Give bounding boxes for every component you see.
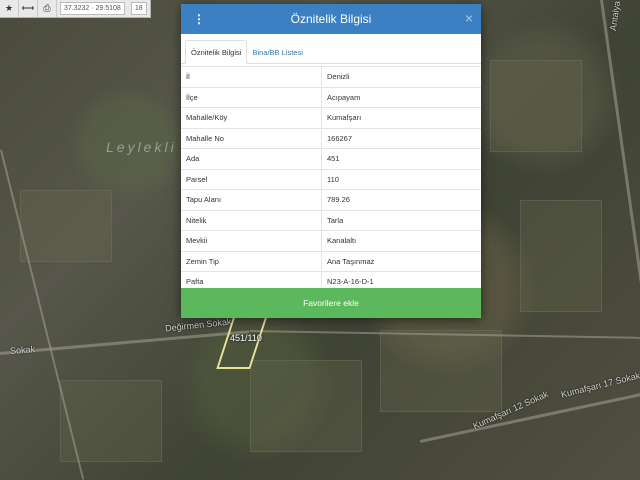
star-icon[interactable]: ★ xyxy=(0,0,19,17)
field xyxy=(520,200,602,312)
row-value: Kanalaltı xyxy=(321,230,481,251)
table-row: İlçe Acıpayam xyxy=(181,86,481,108)
menu-icon[interactable]: ⋮ xyxy=(193,12,205,26)
row-key: Ada xyxy=(181,148,322,169)
row-key: Mahalle/Köy xyxy=(181,107,322,128)
row-value: 451 xyxy=(321,148,481,169)
attribute-info-dialog: ⋮ Öznitelik Bilgisi × Öznitelik Bilgisi … xyxy=(181,4,481,318)
table-row: Mevkii Kanalaltı xyxy=(181,230,481,251)
tab-attribute-info[interactable]: Öznitelik Bilgisi xyxy=(185,40,248,64)
table-row: İl Denizli xyxy=(181,66,481,87)
row-key: Zemin Tip xyxy=(181,250,322,272)
field xyxy=(380,330,502,412)
row-key: Nitelik xyxy=(181,209,322,231)
dialog-header: ⋮ Öznitelik Bilgisi × xyxy=(181,4,481,34)
field xyxy=(20,190,112,262)
table-row: Mahalle No 166267 xyxy=(181,127,481,149)
tab-building-list[interactable]: Bina/BB Listesi xyxy=(247,41,307,63)
row-key: İl xyxy=(181,66,322,87)
row-value: 110 xyxy=(321,168,481,190)
row-value: Ana Taşınmaz xyxy=(321,250,481,272)
table-row: Parsel 110 xyxy=(181,168,481,190)
measure-icon[interactable]: ⟷ xyxy=(19,0,38,17)
row-value: Acıpayam xyxy=(321,86,481,108)
dialog-title: Öznitelik Bilgisi xyxy=(290,12,372,26)
coordinates-display: 37.3232 · 29.5108 xyxy=(60,2,125,15)
road-label: Sokak xyxy=(9,344,36,356)
row-key: Mahalle No xyxy=(181,127,322,149)
table-row: Nitelik Tarla xyxy=(181,209,481,231)
row-value: 166267 xyxy=(321,127,481,149)
table-row: Mahalle/Köy Kumafşarı xyxy=(181,107,481,128)
row-key: Parsel xyxy=(181,168,322,190)
parcel-label: 451/110 xyxy=(230,333,262,343)
row-key: Mevkii xyxy=(181,230,322,251)
print-icon[interactable]: ⎙ xyxy=(38,0,57,17)
map-toolbar: ★ ⟷ ⎙ 37.3232 · 29.5108 18 xyxy=(0,0,151,18)
dialog-tabs: Öznitelik Bilgisi Bina/BB Listesi xyxy=(181,37,481,64)
place-label: Leylekli xyxy=(106,139,177,155)
row-value: 789.26 xyxy=(321,189,481,210)
road xyxy=(600,0,640,327)
close-icon[interactable]: × xyxy=(465,10,473,26)
row-key: İlçe xyxy=(181,86,322,108)
road xyxy=(0,330,250,355)
field xyxy=(250,360,362,452)
attribute-table: İl Denizli İlçe Acıpayam Mahalle/Köy Kumafş… xyxy=(181,66,481,292)
row-value: Kumafşarı xyxy=(321,107,481,128)
field xyxy=(490,60,582,152)
road-label: Antalya Karayolu xyxy=(608,0,627,31)
row-value: Tarla xyxy=(321,209,481,231)
add-to-favorites-button[interactable]: Favorilere ekle xyxy=(181,288,481,318)
table-row: Zemin Tip Ana Taşınmaz xyxy=(181,250,481,272)
zoom-level: 18 xyxy=(130,2,147,15)
row-key: Tapu Alanı xyxy=(181,189,322,210)
table-row: Ada 451 xyxy=(181,148,481,169)
table-row: Tapu Alanı 789.26 xyxy=(181,189,481,210)
row-value: Denizli xyxy=(321,66,481,87)
road-label: Değirmen Sokak xyxy=(164,316,232,334)
